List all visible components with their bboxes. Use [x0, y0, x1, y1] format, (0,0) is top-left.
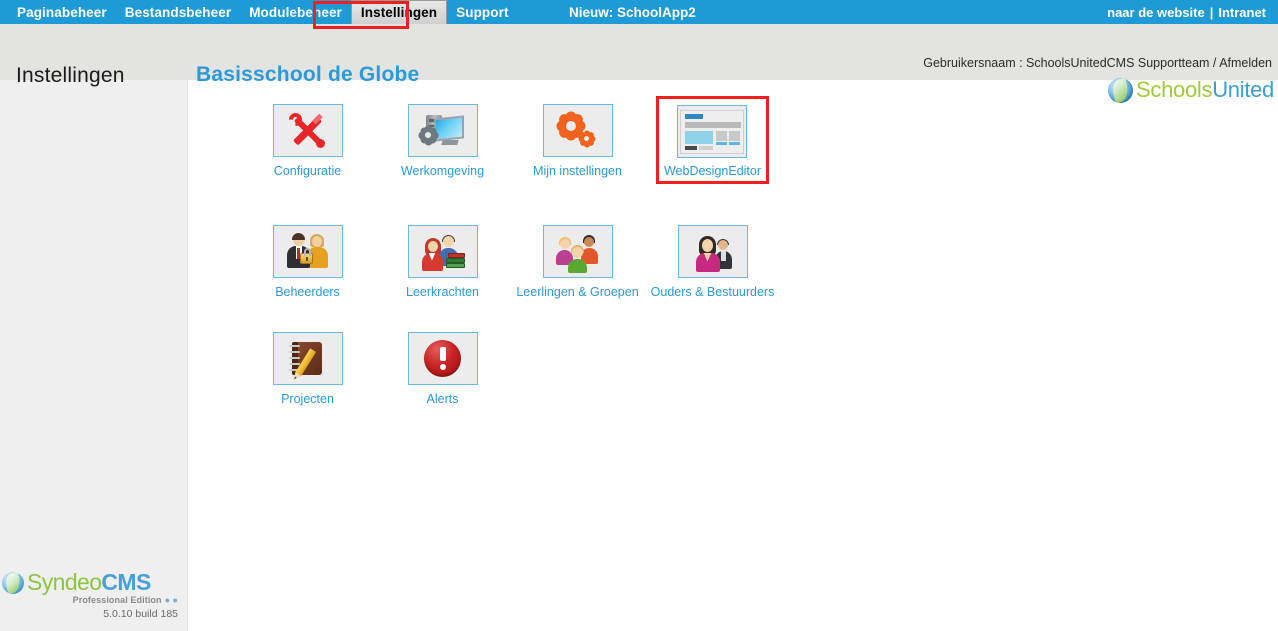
promo-schoolapp2-label: Nieuw: SchoolApp2	[569, 4, 696, 20]
grid-item-label: Projecten	[281, 392, 334, 406]
notebook-pencil-icon	[272, 332, 343, 385]
link-separator: |	[1209, 4, 1214, 20]
grid-item-mijn-instellingen[interactable]: Mijn instellingen	[510, 104, 645, 192]
parents-board-icon	[677, 225, 748, 278]
syndeocms-logo-row: SyndeoCMS	[2, 571, 151, 594]
nav-item-paginabeheer[interactable]: Paginabeheer	[8, 0, 116, 24]
grid-empty-slot	[510, 332, 645, 406]
webpage-layout-icon	[677, 105, 748, 158]
edition-text: Professional Edition	[72, 595, 162, 605]
grid-item-webdesigneditor[interactable]: WebDesignEditor	[645, 96, 780, 192]
edition-dots: ● ●	[164, 595, 178, 605]
main-menu: Paginabeheer Bestandsbeheer Modulebeheer…	[8, 0, 518, 24]
grid-item-configuratie[interactable]: Configuratie	[240, 104, 375, 192]
gears-icon	[542, 104, 613, 157]
exclamation-circle-icon	[424, 340, 461, 377]
link-naar-de-website[interactable]: naar de website	[1107, 5, 1205, 20]
grid-item-label: Beheerders	[275, 285, 340, 299]
nav-item-support[interactable]: Support	[447, 0, 517, 24]
alert-exclamation-icon	[407, 332, 478, 385]
grid-item-werkomgeving[interactable]: Werkomgeving	[375, 104, 510, 192]
grid-item-leerlingen-groepen[interactable]: Leerlingen & Groepen	[510, 225, 645, 299]
woman-man-icon	[690, 232, 736, 272]
grid-row: Configuratie Werkomgeving Mijn instellin…	[240, 96, 840, 192]
two-people-padlock-icon	[285, 232, 331, 272]
grid-row: Projecten Alerts	[240, 332, 840, 406]
left-sidebar: SyndeoCMS Professional Edition ● ● 5.0.10…	[0, 80, 188, 631]
schoolsunited-wordmark: SchoolsUnited	[1136, 79, 1274, 101]
grid-row: Beheerders Leerkrachten Leerlingen & Gro…	[240, 225, 840, 299]
page-title: Instellingen	[16, 64, 125, 87]
grid-item-label: Werkomgeving	[400, 164, 485, 178]
selection-box: WebDesignEditor	[655, 96, 770, 184]
wrench-screwdriver-icon	[285, 109, 328, 150]
monitor-gear-icon	[419, 112, 466, 150]
logo-text-united: United	[1212, 77, 1274, 102]
grid-item-label: Configuratie	[273, 164, 342, 178]
grid-item-ouders-bestuurders[interactable]: Ouders & Bestuurders	[645, 225, 780, 299]
version-label: 5.0.10 build 185	[103, 608, 178, 620]
grid-item-label: Leerlingen & Groepen	[516, 285, 639, 299]
nav-item-modulebeheer[interactable]: Modulebeheer	[240, 0, 351, 24]
edition-label: Professional Edition ● ●	[0, 595, 178, 605]
admins-lock-icon	[272, 225, 343, 278]
logo-text-syndeo: Syndeo	[27, 569, 102, 595]
logo-text-schools: Schools	[1136, 77, 1213, 102]
grid-item-projecten[interactable]: Projecten	[240, 332, 375, 406]
grid-item-label: Leerkrachten	[406, 285, 479, 299]
grid-item-alerts[interactable]: Alerts	[375, 332, 510, 406]
settings-icon-grid: Configuratie Werkomgeving Mijn instellin…	[240, 96, 840, 439]
wireframe-icon	[680, 109, 745, 154]
teachers-books-icon	[407, 225, 478, 278]
page-header-band: Instellingen Basisschool de Globe Gebrui…	[0, 24, 1278, 103]
notebook-with-pencil-icon	[288, 340, 328, 378]
teachers-with-books-icon	[420, 232, 466, 272]
schoolsunited-logo: SchoolsUnited	[1108, 76, 1274, 104]
grid-item-label: Ouders & Bestuurders	[650, 285, 775, 299]
grid-empty-slot	[645, 332, 780, 406]
top-right-links: naar de website | Intranet	[1107, 0, 1266, 24]
nav-item-bestandsbeheer[interactable]: Bestandsbeheer	[116, 0, 240, 24]
three-children-icon	[555, 232, 601, 273]
link-intranet[interactable]: Intranet	[1218, 5, 1266, 20]
nav-item-instellingen[interactable]: Instellingen	[350, 0, 448, 24]
grid-item-label: Alerts	[426, 392, 459, 406]
top-navigation-bar: Paginabeheer Bestandsbeheer Modulebeheer…	[0, 0, 1278, 24]
grid-item-label: Mijn instellingen	[533, 164, 622, 178]
user-session-info[interactable]: Gebruikersnaam : SchoolsUnitedCMS Suppor…	[923, 56, 1272, 70]
cms-admin-page: Paginabeheer Bestandsbeheer Modulebeheer…	[0, 0, 1278, 631]
workstation-icon	[407, 104, 478, 157]
grid-item-label: WebDesignEditor	[663, 164, 762, 178]
grid-item-leerkrachten[interactable]: Leerkrachten	[375, 225, 510, 299]
main-content-area: Configuratie Werkomgeving Mijn instellin…	[189, 80, 1278, 631]
syndeocms-branding: SyndeoCMS Professional Edition ● ● 5.0.10…	[0, 569, 188, 631]
globe-icon	[1108, 77, 1134, 103]
school-name-title: Basisschool de Globe	[196, 63, 420, 86]
syndeocms-wordmark: SyndeoCMS	[27, 571, 151, 594]
grid-item-beheerders[interactable]: Beheerders	[240, 225, 375, 299]
syndeo-globe-icon	[2, 571, 24, 594]
tools-icon	[272, 104, 343, 157]
two-gears-icon	[557, 112, 599, 150]
students-group-icon	[542, 225, 613, 278]
logo-text-cms: CMS	[101, 569, 151, 595]
